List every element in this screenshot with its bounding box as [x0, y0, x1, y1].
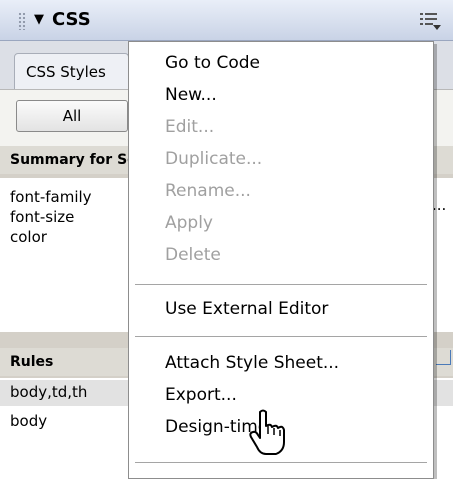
cascade-view-icon[interactable] [436, 350, 451, 365]
property-value-ellipsis: ... [432, 196, 447, 214]
menu-item-rename[interactable]: Rename... [129, 176, 433, 206]
menu-item-new[interactable]: New... [129, 80, 433, 110]
menu-item-duplicate[interactable]: Duplicate... [129, 144, 433, 174]
menu-item-edit[interactable]: Edit... [129, 112, 433, 142]
rule-item-body[interactable]: body [10, 412, 47, 430]
menu-item-apply[interactable]: Apply [129, 208, 433, 238]
panel-title[interactable]: CSS [52, 9, 91, 30]
tab-css-styles[interactable]: CSS Styles [14, 53, 129, 89]
panel-header: ▼ CSS [0, 0, 453, 41]
all-button[interactable]: All [16, 100, 128, 132]
collapse-arrow-icon[interactable]: ▼ [34, 12, 44, 27]
menu-item-use-external-editor[interactable]: Use External Editor [129, 294, 433, 324]
menu-separator [135, 336, 427, 337]
menu-item-attach-style-sheet[interactable]: Attach Style Sheet... [129, 348, 433, 378]
grip-icon[interactable] [18, 12, 26, 30]
panel-options-icon[interactable] [418, 10, 442, 32]
property-font-family[interactable]: font-family [10, 188, 92, 206]
hand-pointer-icon [249, 409, 285, 455]
property-color[interactable]: color [10, 228, 47, 246]
menu-item-export[interactable]: Export... [129, 380, 433, 410]
menu-item-go-to-code[interactable]: Go to Code [129, 48, 433, 78]
property-font-size[interactable]: font-size [10, 208, 74, 226]
menu-separator [135, 284, 427, 285]
menu-separator [135, 462, 427, 463]
menu-item-delete[interactable]: Delete [129, 240, 433, 270]
